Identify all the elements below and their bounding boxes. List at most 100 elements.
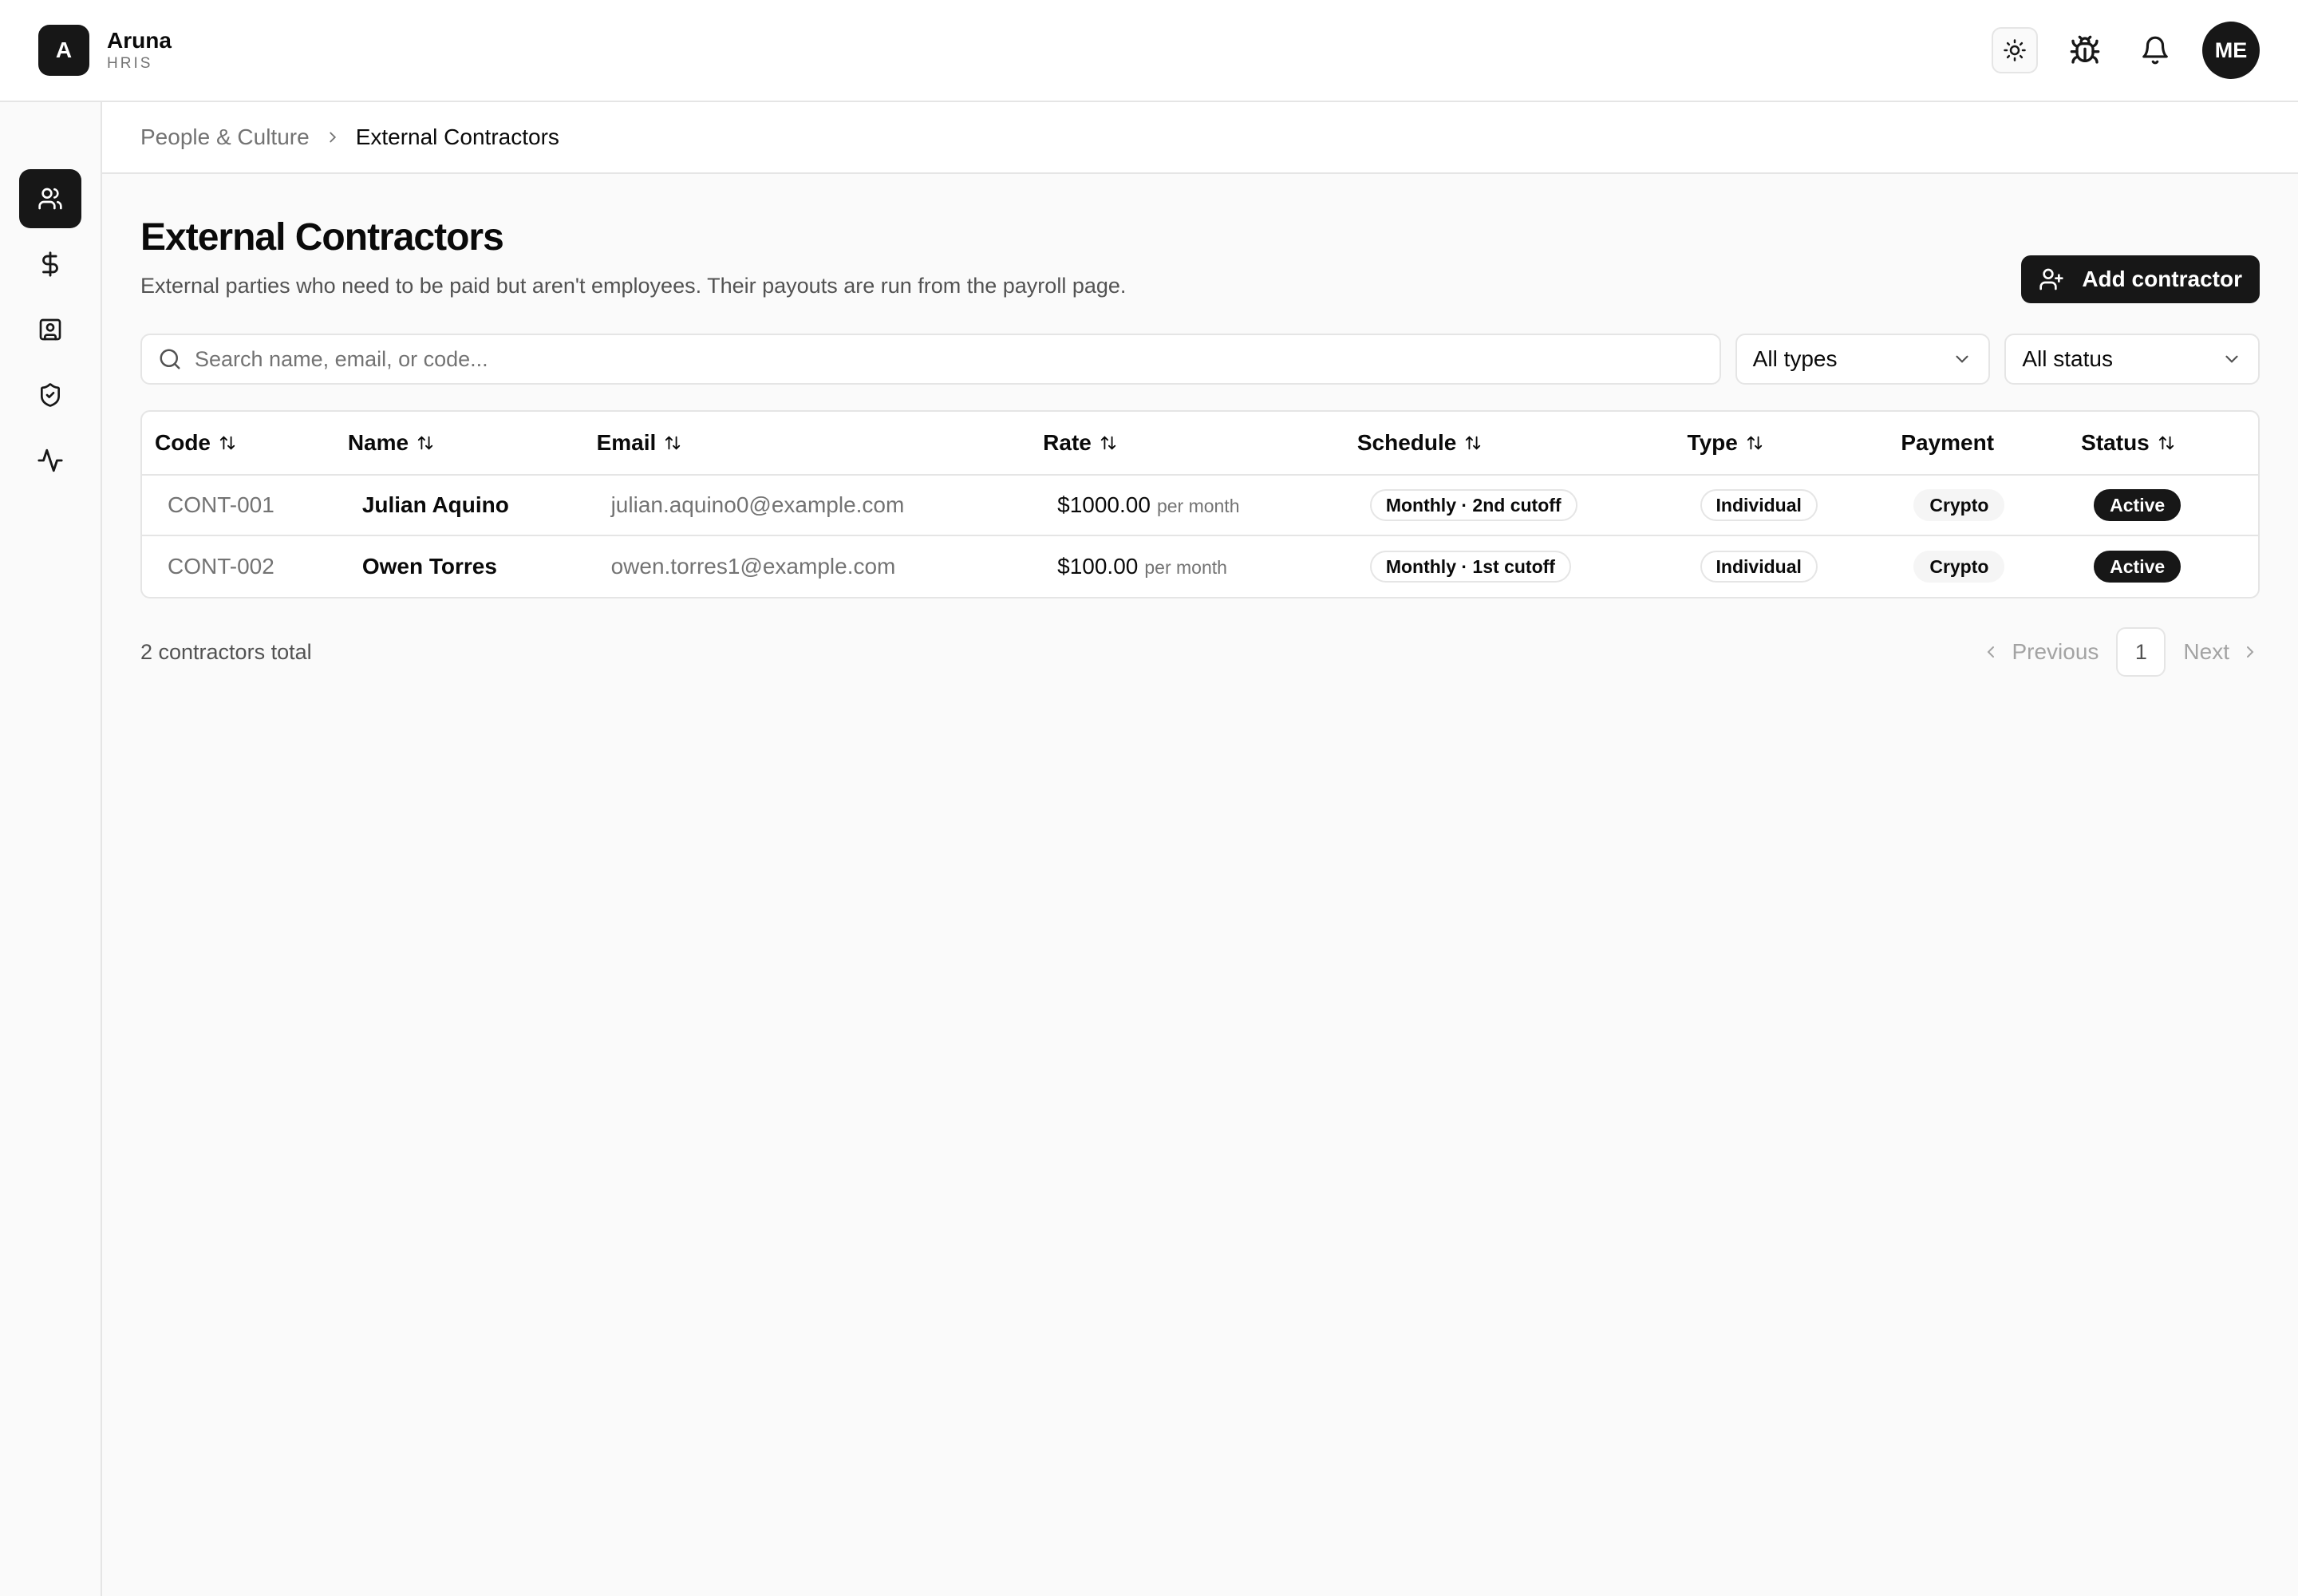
column-header-label: Rate	[1043, 430, 1092, 455]
rate-unit: per month	[1144, 557, 1227, 578]
chevron-right-icon	[2241, 642, 2260, 662]
contractors-table: Code Name Email Rate Schedule Type Payme…	[140, 410, 2260, 598]
schedule-badge: Monthly · 1st cutoff	[1369, 551, 1571, 583]
brand-name: Aruna	[107, 28, 172, 53]
sort-icon	[1464, 434, 1482, 452]
cell-schedule: Monthly · 1st cutoff	[1357, 551, 1688, 583]
cell-type: Individual	[1688, 551, 1901, 583]
add-contractor-button[interactable]: Add contractor	[2021, 255, 2260, 303]
sidebar-item-directory[interactable]	[19, 300, 81, 359]
column-header-label: Schedule	[1356, 430, 1457, 455]
sort-icon	[417, 434, 434, 452]
table-row[interactable]: CONT-002 Owen Torres owen.torres1@exampl…	[142, 536, 2258, 597]
sidebar-item-payroll[interactable]	[19, 235, 81, 294]
page-title: External Contractors	[140, 216, 504, 259]
table-header-row: Code Name Email Rate Schedule Type Payme…	[142, 412, 2258, 476]
chevron-right-icon	[324, 128, 342, 146]
dollar-icon	[37, 251, 64, 278]
payment-badge: Crypto	[1913, 489, 2005, 521]
brand-text: Aruna HRIS	[107, 27, 172, 73]
column-header-label: Status	[2081, 430, 2150, 455]
filters-row: Search name, email, or code... All types…	[140, 334, 2260, 385]
breadcrumb-current: External Contractors	[355, 124, 559, 149]
column-header-rate[interactable]: Rate	[1043, 430, 1357, 456]
column-header-label: Payment	[1901, 430, 1995, 455]
cell-code: CONT-002	[168, 554, 274, 579]
cell-name: Julian Aquino	[361, 492, 509, 517]
brand[interactable]: A Aruna HRIS	[38, 25, 172, 76]
theme-toggle-button[interactable]	[1992, 27, 2038, 73]
payment-badge: Crypto	[1913, 551, 2005, 583]
user-plus-icon	[2039, 267, 2064, 292]
column-header-label: Name	[347, 430, 409, 455]
cell-schedule: Monthly · 2nd cutoff	[1357, 489, 1688, 521]
page-number-button[interactable]: 1	[2116, 627, 2166, 677]
status-badge: Active	[2094, 551, 2182, 583]
sort-icon	[664, 434, 681, 452]
type-badge: Individual	[1700, 551, 1818, 583]
breadcrumb-parent-link[interactable]: People & Culture	[140, 124, 310, 150]
brand-subtitle: HRIS	[107, 55, 153, 72]
status-filter-select[interactable]: All status	[2004, 334, 2260, 385]
sidebar-item-people[interactable]	[19, 169, 81, 228]
column-header-email[interactable]: Email	[597, 430, 1044, 456]
breadcrumb: People & Culture External Contractors	[102, 102, 2298, 174]
search-placeholder: Search name, email, or code...	[195, 346, 488, 371]
search-icon	[158, 347, 182, 371]
status-badge: Active	[2094, 489, 2182, 521]
add-contractor-label: Add contractor	[2082, 267, 2242, 291]
table-row[interactable]: CONT-001 Julian Aquino julian.aquino0@ex…	[142, 476, 2258, 536]
sidebar-item-compliance[interactable]	[19, 365, 81, 425]
column-header-payment: Payment	[1901, 430, 2081, 456]
sort-icon	[1100, 434, 1117, 452]
cell-type: Individual	[1688, 489, 1901, 521]
notifications-button[interactable]	[2132, 27, 2178, 73]
previous-page-button[interactable]: Previous	[1981, 639, 2099, 665]
type-badge: Individual	[1700, 489, 1818, 521]
page-header: External Contractors External parties wh…	[140, 214, 2260, 303]
shield-check-icon	[38, 382, 63, 408]
rate-amount: $100.00	[1057, 554, 1139, 579]
cell-payment: Crypto	[1901, 489, 2081, 521]
column-header-schedule[interactable]: Schedule	[1357, 430, 1688, 456]
cell-email: owen.torres1@example.com	[610, 554, 896, 579]
total-count: 2 contractors total	[140, 639, 312, 664]
column-header-label: Email	[596, 430, 657, 455]
schedule-badge: Monthly · 2nd cutoff	[1369, 489, 1577, 521]
chevron-down-icon	[2221, 349, 2242, 369]
top-actions: ME	[1992, 22, 2260, 79]
column-header-name[interactable]: Name	[348, 430, 597, 456]
sort-icon	[2158, 434, 2175, 452]
cell-status: Active	[2081, 489, 2258, 521]
sun-icon	[2003, 38, 2027, 62]
bug-icon	[2069, 34, 2101, 66]
page-description: External parties who need to be paid but…	[140, 274, 1127, 298]
users-icon	[38, 186, 63, 211]
cell-code: CONT-001	[168, 492, 274, 517]
previous-label: Previous	[2012, 639, 2099, 664]
sidebar	[0, 102, 102, 1596]
user-avatar[interactable]: ME	[2202, 22, 2260, 79]
cell-rate: $1000.00 per month	[1043, 492, 1357, 518]
next-label: Next	[2183, 639, 2229, 664]
column-header-label: Type	[1687, 430, 1738, 455]
rate-unit: per month	[1156, 496, 1240, 516]
contact-card-icon	[38, 317, 63, 342]
type-filter-select[interactable]: All types	[1735, 334, 1991, 385]
type-filter-value: All types	[1752, 346, 1838, 371]
bug-report-button[interactable]	[2062, 27, 2108, 73]
column-header-code[interactable]: Code	[142, 430, 348, 456]
sidebar-item-activity[interactable]	[19, 431, 81, 490]
search-input[interactable]: Search name, email, or code...	[140, 334, 1721, 385]
chevron-left-icon	[1981, 642, 2000, 662]
activity-icon	[37, 447, 64, 474]
column-header-type[interactable]: Type	[1688, 430, 1901, 456]
rate-amount: $1000.00	[1057, 492, 1151, 517]
column-header-status[interactable]: Status	[2081, 430, 2258, 456]
cell-name: Owen Torres	[361, 554, 497, 579]
status-filter-value: All status	[2022, 346, 2113, 371]
bell-icon	[2140, 35, 2170, 65]
page-heading-block: External Contractors External parties wh…	[140, 214, 1126, 300]
top-bar: A Aruna HRIS ME	[0, 0, 2298, 102]
next-page-button[interactable]: Next	[2183, 639, 2260, 665]
